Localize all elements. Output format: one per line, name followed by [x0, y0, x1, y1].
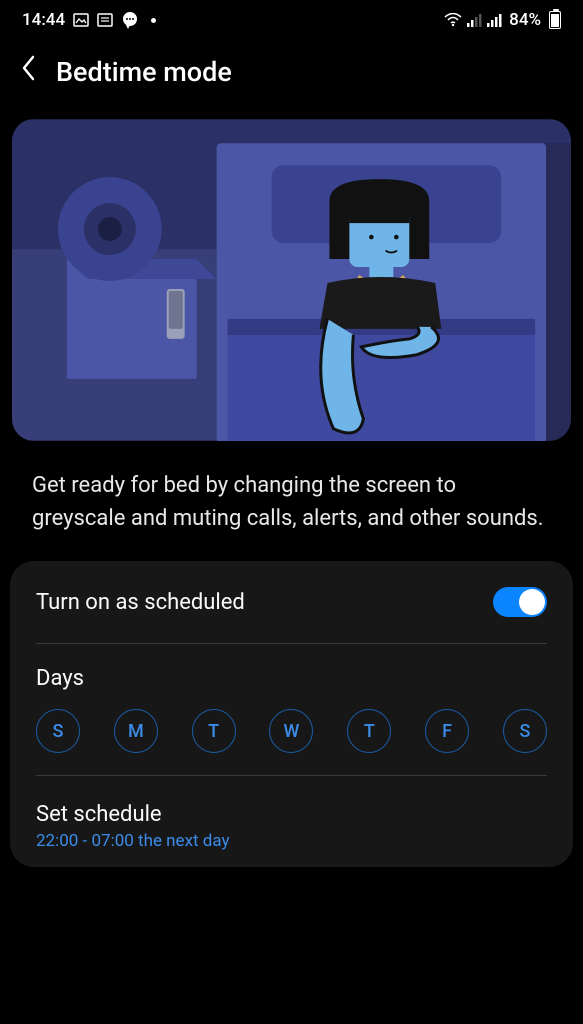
schedule-value: 22:00 - 07:00 the next day: [36, 831, 230, 851]
signal-icon-2: [487, 14, 502, 27]
wifi-icon: [444, 13, 462, 27]
status-bar: 14:44 84%: [0, 0, 583, 36]
settings-card: Turn on as scheduled Days S M T W T F S …: [10, 561, 573, 867]
page-header: Bedtime mode: [0, 36, 583, 119]
message-icon: [121, 11, 139, 29]
back-button[interactable]: [20, 54, 36, 89]
more-dot-icon: [151, 18, 156, 23]
day-fri[interactable]: F: [425, 709, 469, 753]
day-sat[interactable]: S: [503, 709, 547, 753]
days-label: Days: [36, 666, 547, 691]
page-title: Bedtime mode: [56, 56, 232, 88]
battery-icon: [549, 11, 561, 29]
schedule-row[interactable]: Set schedule 22:00 - 07:00 the next day: [36, 776, 547, 867]
gallery-icon: [73, 12, 89, 28]
days-list: S M T W T F S: [36, 709, 547, 753]
day-sun[interactable]: S: [36, 709, 80, 753]
signal-icon-1: [467, 14, 482, 27]
day-thu[interactable]: T: [347, 709, 391, 753]
status-time: 14:44: [22, 10, 65, 30]
bedtime-illustration: [12, 119, 571, 441]
day-mon[interactable]: M: [114, 709, 158, 753]
news-icon: [97, 13, 113, 27]
description-text: Get ready for bed by changing the screen…: [0, 441, 583, 561]
day-tue[interactable]: T: [192, 709, 236, 753]
battery-percent: 84%: [509, 10, 541, 30]
days-section: Days S M T W T F S: [36, 644, 547, 776]
toggle-row[interactable]: Turn on as scheduled: [36, 561, 547, 644]
day-wed[interactable]: W: [269, 709, 313, 753]
toggle-label: Turn on as scheduled: [36, 590, 245, 615]
schedule-label: Set schedule: [36, 802, 230, 827]
toggle-switch[interactable]: [493, 587, 547, 617]
